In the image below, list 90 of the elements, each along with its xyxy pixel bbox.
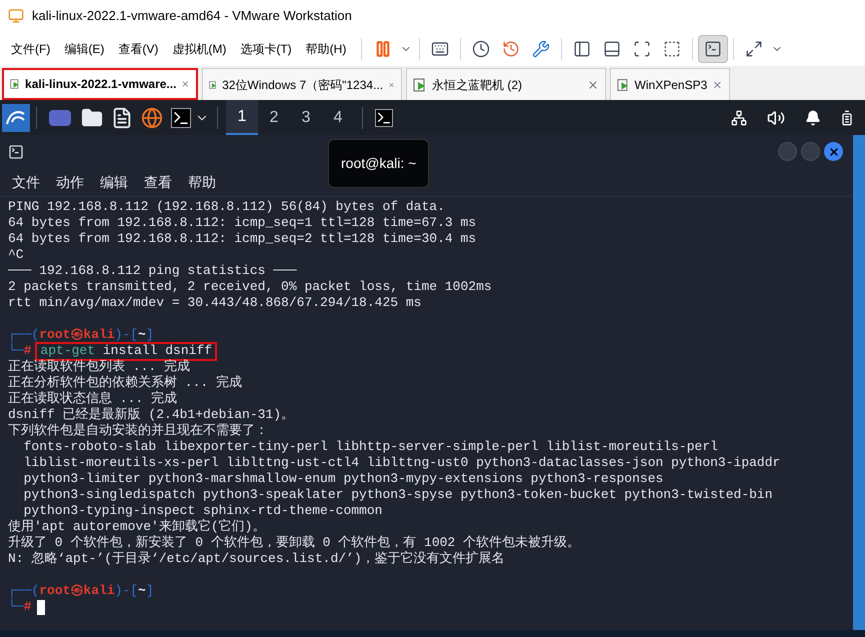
terminal-line: 升级了 0 个软件包，新安装了 0 个软件包，要卸载 0 个软件包，有 1002 个软件包未被升级。 [8, 535, 580, 551]
terminal-line: python3-typing-inspect sphinx-rtd-theme-common [22, 503, 382, 519]
network-icon[interactable] [731, 110, 747, 126]
menu-item[interactable]: 文件(F) [6, 40, 56, 58]
terminal-line: 64 bytes from 192.168.8.112: icmp_seq=2 ttl=128 time=30.4 ms [8, 231, 476, 247]
tab-label: kali-linux-2022.1-vmware... [25, 76, 176, 93]
terminal-line: dsniff 已经是最新版 (2.4b1+debian-31)。 [8, 407, 294, 423]
terminal-line: 下列软件包是自动安装的并且现在不需要了： [8, 423, 268, 439]
history-icon [502, 40, 520, 58]
terminal-line: 正在读取软件包列表 ... 完成 [8, 359, 190, 375]
document-icon[interactable] [111, 106, 133, 128]
terminal-icon[interactable] [375, 108, 393, 126]
terminal-line: python3-limiter python3-marshmallow-enum python3-mypy-extensions python3-responses [22, 471, 664, 487]
terminal-line: ^C [8, 247, 24, 263]
prompt-bracket: ] [146, 583, 154, 599]
menu-item[interactable]: 选项卡(T) [235, 40, 297, 58]
close-icon[interactable] [587, 78, 599, 90]
menu-item[interactable]: 文件 [12, 172, 40, 192]
menu-item[interactable]: 帮助 [188, 172, 216, 192]
clock-icon [472, 40, 490, 58]
terminal-line: PING 192.168.8.112 (192.168.8.112) 56(84) bytes of data. [8, 199, 445, 215]
menu-item[interactable]: 查看(V) [113, 40, 164, 58]
play-icon [617, 78, 630, 92]
menu-item[interactable]: 查看 [144, 172, 172, 192]
terminal-line: python3-singledispatch python3-speaklater python3-spyse python3-token-bucket python3-twisted-bin [22, 487, 773, 503]
terminal-line: 正在分析软件包的依赖关系树 ... 完成 [8, 375, 242, 391]
panel-icon [603, 40, 622, 58]
fullscreen-icon [633, 40, 652, 58]
vm-tab[interactable]: kali-linux-2022.1-vmware... [2, 68, 198, 100]
terminal-line: 使用'apt autoremove'来卸载它(它们)。 [8, 519, 266, 535]
dashed-square-icon [663, 40, 682, 58]
keyboard-icon [431, 40, 450, 58]
terminal-line: ─── 192.168.8.112 ping statistics ─── [8, 263, 297, 279]
command-text: apt-get install dsniff [35, 342, 218, 360]
folder-icon[interactable] [81, 106, 103, 128]
tab-label: WinXPenSP3 [634, 76, 708, 94]
volume-icon[interactable] [767, 108, 785, 126]
prompt-corner: └─ [8, 343, 24, 359]
vm-tab[interactable]: 永恒之蓝靶机 (2) [406, 68, 606, 100]
workspace-button[interactable]: 1 [226, 100, 258, 135]
prompt-bracket: )-[ [114, 583, 138, 599]
prompt-user-host: root㉿kali [39, 583, 115, 599]
close-icon [828, 146, 840, 158]
prompt-directory: ~ [138, 327, 146, 343]
workspace-button[interactable]: 2 [258, 100, 290, 135]
prompt-directory: ~ [138, 583, 146, 599]
workspace-button[interactable]: 4 [322, 100, 354, 135]
menu-item[interactable]: 编辑(E) [59, 40, 110, 58]
play-icon [10, 77, 20, 91]
terminal-icon [8, 144, 24, 160]
vm-tab[interactable]: 32位Windows 7（密码"1234... [202, 68, 402, 100]
terminal-line: N: 忽略‘apt-’(于目录‘/etc/apt/sources.list.d/’)，鉴于它没有文件扩展名 [8, 551, 505, 567]
prompt-bracket: ┌──( [8, 583, 40, 599]
bell-icon[interactable] [805, 110, 821, 126]
tab-label: 32位Windows 7（密码"1234... [222, 76, 384, 94]
terminal-line: rtt min/avg/max/mdev = 30.443/48.868/67.294/18.425 ms [8, 295, 422, 311]
tooltip: root@kali: ~ [328, 139, 430, 188]
terminal-line: 2 packets transmitted, 2 received, 0% packet loss, time 1002ms [8, 279, 492, 295]
prompt-corner: └─ [8, 599, 24, 615]
pause-icon [374, 40, 392, 58]
sidebar-icon [573, 40, 592, 58]
prompt-user-host: root㉿kali [39, 327, 115, 343]
terminal-line: liblist-moreutils-xs-perl liblttng-ust-ctl4 liblttng-ust0 python3-dataclasses-json python3-ipaddr [22, 455, 780, 471]
menu-item[interactable]: 帮助(H) [300, 40, 352, 58]
prompt-hash: # [24, 599, 32, 615]
browser-icon[interactable] [141, 106, 163, 128]
menu-item[interactable]: 动作 [56, 172, 84, 192]
terminal-line: 64 bytes from 192.168.8.112: icmp_seq=1 ttl=128 time=67.3 ms [8, 215, 476, 231]
tab-label: 永恒之蓝靶机 (2) [432, 76, 523, 94]
expand-icon [745, 40, 764, 58]
wrench-icon [532, 40, 550, 58]
window-title: kali-linux-2022.1-vmware-amd64 - VMware Workstation [32, 7, 352, 26]
toolbar-button[interactable] [698, 35, 728, 63]
prompt-bracket: )-[ [114, 327, 138, 343]
terminal-line: 正在读取状态信息 ... 完成 [8, 391, 178, 407]
terminal-icon[interactable] [171, 108, 191, 128]
workspace-button[interactable]: 3 [290, 100, 322, 135]
workspace-icon[interactable] [49, 110, 71, 126]
terminal-line: fonts-roboto-slab libexporter-tiny-perl libhttp-server-simple-perl liblist-moreutils-perl [22, 439, 718, 455]
text-cursor [37, 600, 46, 614]
play-icon [413, 78, 427, 92]
close-button[interactable] [824, 142, 843, 161]
prompt-hash: # [24, 343, 32, 359]
app-logo-icon [8, 8, 24, 24]
terminal-icon [704, 40, 722, 58]
prompt-bracket: ] [146, 327, 154, 343]
vm-tab[interactable]: WinXPenSP3 [610, 68, 730, 100]
menu-item[interactable]: 编辑 [100, 172, 128, 192]
menu-item[interactable]: 虚拟机(M) [167, 40, 232, 58]
prompt-bracket: ┌──( [8, 327, 40, 343]
